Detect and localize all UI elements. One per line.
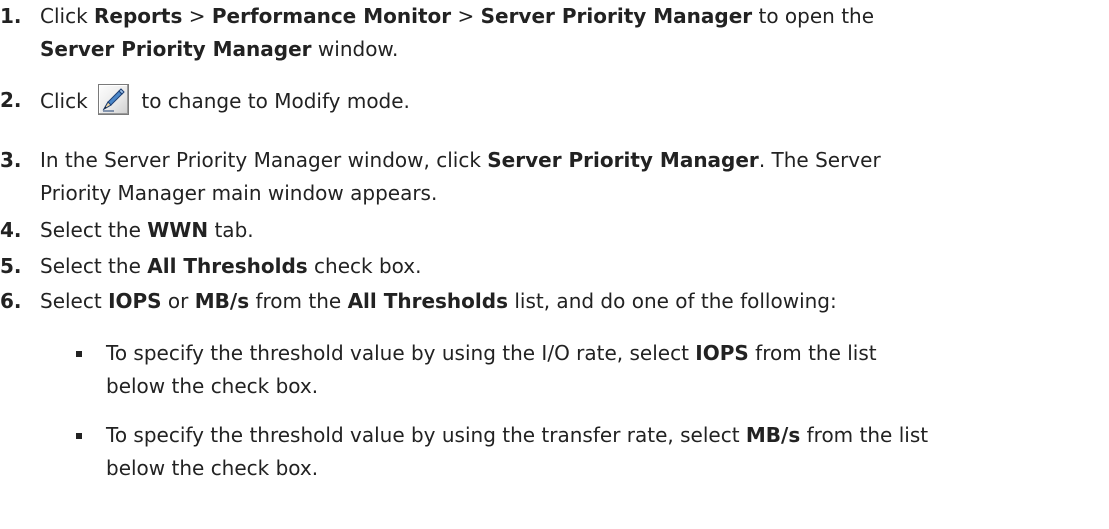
step-text: Select IOPS or MB/s from the All Thresho… (40, 285, 1090, 318)
step-number: 1. (0, 4, 22, 28)
text-run: from the list (800, 423, 929, 447)
text-run: tab. (208, 218, 254, 242)
bold-term: Server Priority Manager (480, 4, 753, 28)
text-run: check box. (307, 254, 422, 278)
bold-term: Server Priority Manager (487, 148, 759, 172)
step-text: Select the All Thresholds check box. (40, 250, 1090, 283)
bullet-text: To specify the threshold value by using … (106, 337, 1096, 403)
text-run: window. (311, 37, 399, 61)
step-number: 6. (0, 289, 22, 313)
step-number: 5. (0, 254, 22, 278)
step-text: Click to change to Modify mode. (40, 84, 1090, 118)
text-run: or (161, 289, 195, 313)
text-run: > (451, 4, 481, 28)
bold-term: Reports (94, 4, 183, 28)
text-run: to change to Modify mode. (135, 89, 410, 113)
text-run: In the Server Priority Manager window, c… (40, 148, 488, 172)
step-text: Click Reports > Performance Monitor > Se… (40, 0, 1090, 66)
modify-mode-pen-icon[interactable] (98, 84, 130, 115)
bold-term: Server Priority Manager (40, 37, 312, 61)
text-run: Click (40, 4, 95, 28)
text-run: list, and do one of the following: (507, 289, 837, 313)
text-run: to open the (752, 4, 875, 28)
bullet-marker (76, 351, 82, 357)
bold-term: Performance Monitor (211, 4, 452, 28)
text-run: > (182, 4, 212, 28)
bullet-marker (76, 433, 82, 439)
step-number: 2. (0, 88, 22, 112)
text-run: To specify the threshold value by using … (106, 423, 746, 447)
bold-term: All Thresholds (347, 289, 508, 313)
bold-term: IOPS (695, 341, 749, 365)
text-run: . The Server (758, 148, 881, 172)
procedure-document: 1. Click Reports > Performance Monitor >… (0, 0, 1109, 529)
text-run: Select the (40, 254, 148, 278)
text-run: Click (40, 89, 95, 113)
text-run: Priority Manager main window appears. (40, 181, 438, 205)
bold-term: MB/s (194, 289, 250, 313)
bold-term: MB/s (745, 423, 801, 447)
text-run: Select (40, 289, 109, 313)
text-run: To specify the threshold value by using … (106, 341, 696, 365)
text-run: from the list (748, 341, 877, 365)
step-text: In the Server Priority Manager window, c… (40, 144, 1090, 210)
text-run: below the check box. (106, 374, 319, 398)
bold-term: WWN (147, 218, 209, 242)
bold-term: IOPS (108, 289, 162, 313)
step-number: 3. (0, 148, 22, 172)
bold-term: All Thresholds (147, 254, 308, 278)
step-text: Select the WWN tab. (40, 214, 1090, 247)
text-run: Select the (40, 218, 148, 242)
bullet-text: To specify the threshold value by using … (106, 419, 1096, 485)
text-run: from the (249, 289, 348, 313)
step-number: 4. (0, 218, 22, 242)
text-run: below the check box. (106, 456, 319, 480)
